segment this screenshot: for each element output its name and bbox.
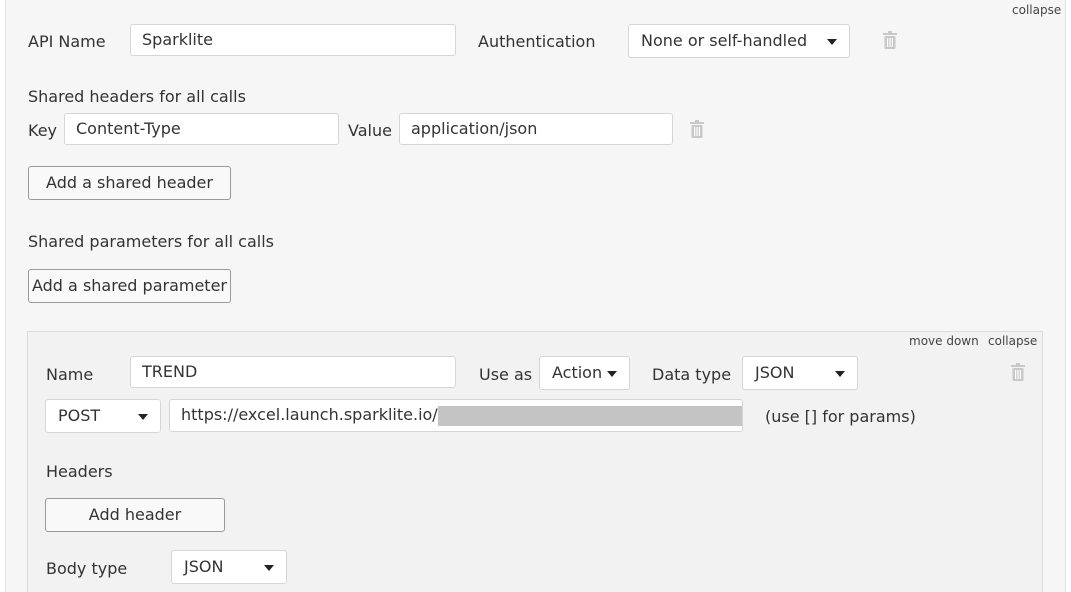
caret-down-icon bbox=[827, 39, 837, 45]
api-name-input[interactable]: Sparklite bbox=[130, 24, 456, 56]
trash-icon[interactable] bbox=[1011, 363, 1025, 381]
body-type-label: Body type bbox=[46, 559, 128, 578]
call-name-input[interactable]: TREND bbox=[130, 356, 456, 388]
url-input[interactable]: https://excel.launch.sparklite.io/ bbox=[169, 399, 743, 432]
header-key-input[interactable]: Content-Type bbox=[64, 113, 339, 145]
body-type-select-value: JSON bbox=[184, 557, 224, 576]
headers-title: Headers bbox=[46, 462, 113, 481]
shared-params-title: Shared parameters for all calls bbox=[28, 232, 274, 251]
api-call-panel: move down collapse Name TREND Use as Act… bbox=[27, 331, 1043, 592]
header-key-label: Key bbox=[28, 121, 58, 140]
url-params-hint: (use [] for params) bbox=[765, 407, 916, 426]
collapse-api-link[interactable]: collapse bbox=[1012, 3, 1061, 17]
use-as-label: Use as bbox=[479, 365, 533, 384]
redacted-url-block bbox=[437, 405, 742, 426]
caret-down-icon bbox=[607, 371, 617, 377]
data-type-select-value: JSON bbox=[755, 363, 795, 382]
data-type-select[interactable]: JSON bbox=[742, 356, 858, 390]
data-type-label: Data type bbox=[652, 365, 732, 384]
trash-icon[interactable] bbox=[883, 31, 897, 49]
caret-down-icon bbox=[835, 371, 845, 377]
add-shared-parameter-button[interactable]: Add a shared parameter bbox=[28, 269, 231, 303]
http-method-select-value: POST bbox=[58, 406, 101, 425]
api-name-label: API Name bbox=[28, 32, 106, 51]
http-method-select[interactable]: POST bbox=[45, 399, 161, 433]
call-name-label: Name bbox=[46, 365, 94, 384]
trash-icon[interactable] bbox=[690, 120, 704, 138]
use-as-select[interactable]: Action bbox=[539, 356, 630, 390]
collapse-call-link[interactable]: collapse bbox=[988, 334, 1037, 348]
use-as-select-value: Action bbox=[552, 363, 603, 382]
move-down-link[interactable]: move down bbox=[909, 334, 979, 348]
add-shared-header-button[interactable]: Add a shared header bbox=[28, 166, 231, 200]
authentication-select[interactable]: None or self-handled bbox=[628, 24, 850, 58]
body-type-select[interactable]: JSON bbox=[171, 550, 287, 584]
caret-down-icon bbox=[138, 414, 148, 420]
authentication-label: Authentication bbox=[478, 32, 596, 51]
header-value-input[interactable]: application/json bbox=[399, 113, 673, 145]
shared-headers-title: Shared headers for all calls bbox=[28, 87, 246, 106]
header-value-label: Value bbox=[348, 121, 392, 140]
authentication-select-value: None or self-handled bbox=[641, 31, 808, 50]
url-input-value: https://excel.launch.sparklite.io/ bbox=[181, 405, 438, 424]
add-header-button[interactable]: Add header bbox=[45, 498, 225, 532]
caret-down-icon bbox=[264, 565, 274, 571]
